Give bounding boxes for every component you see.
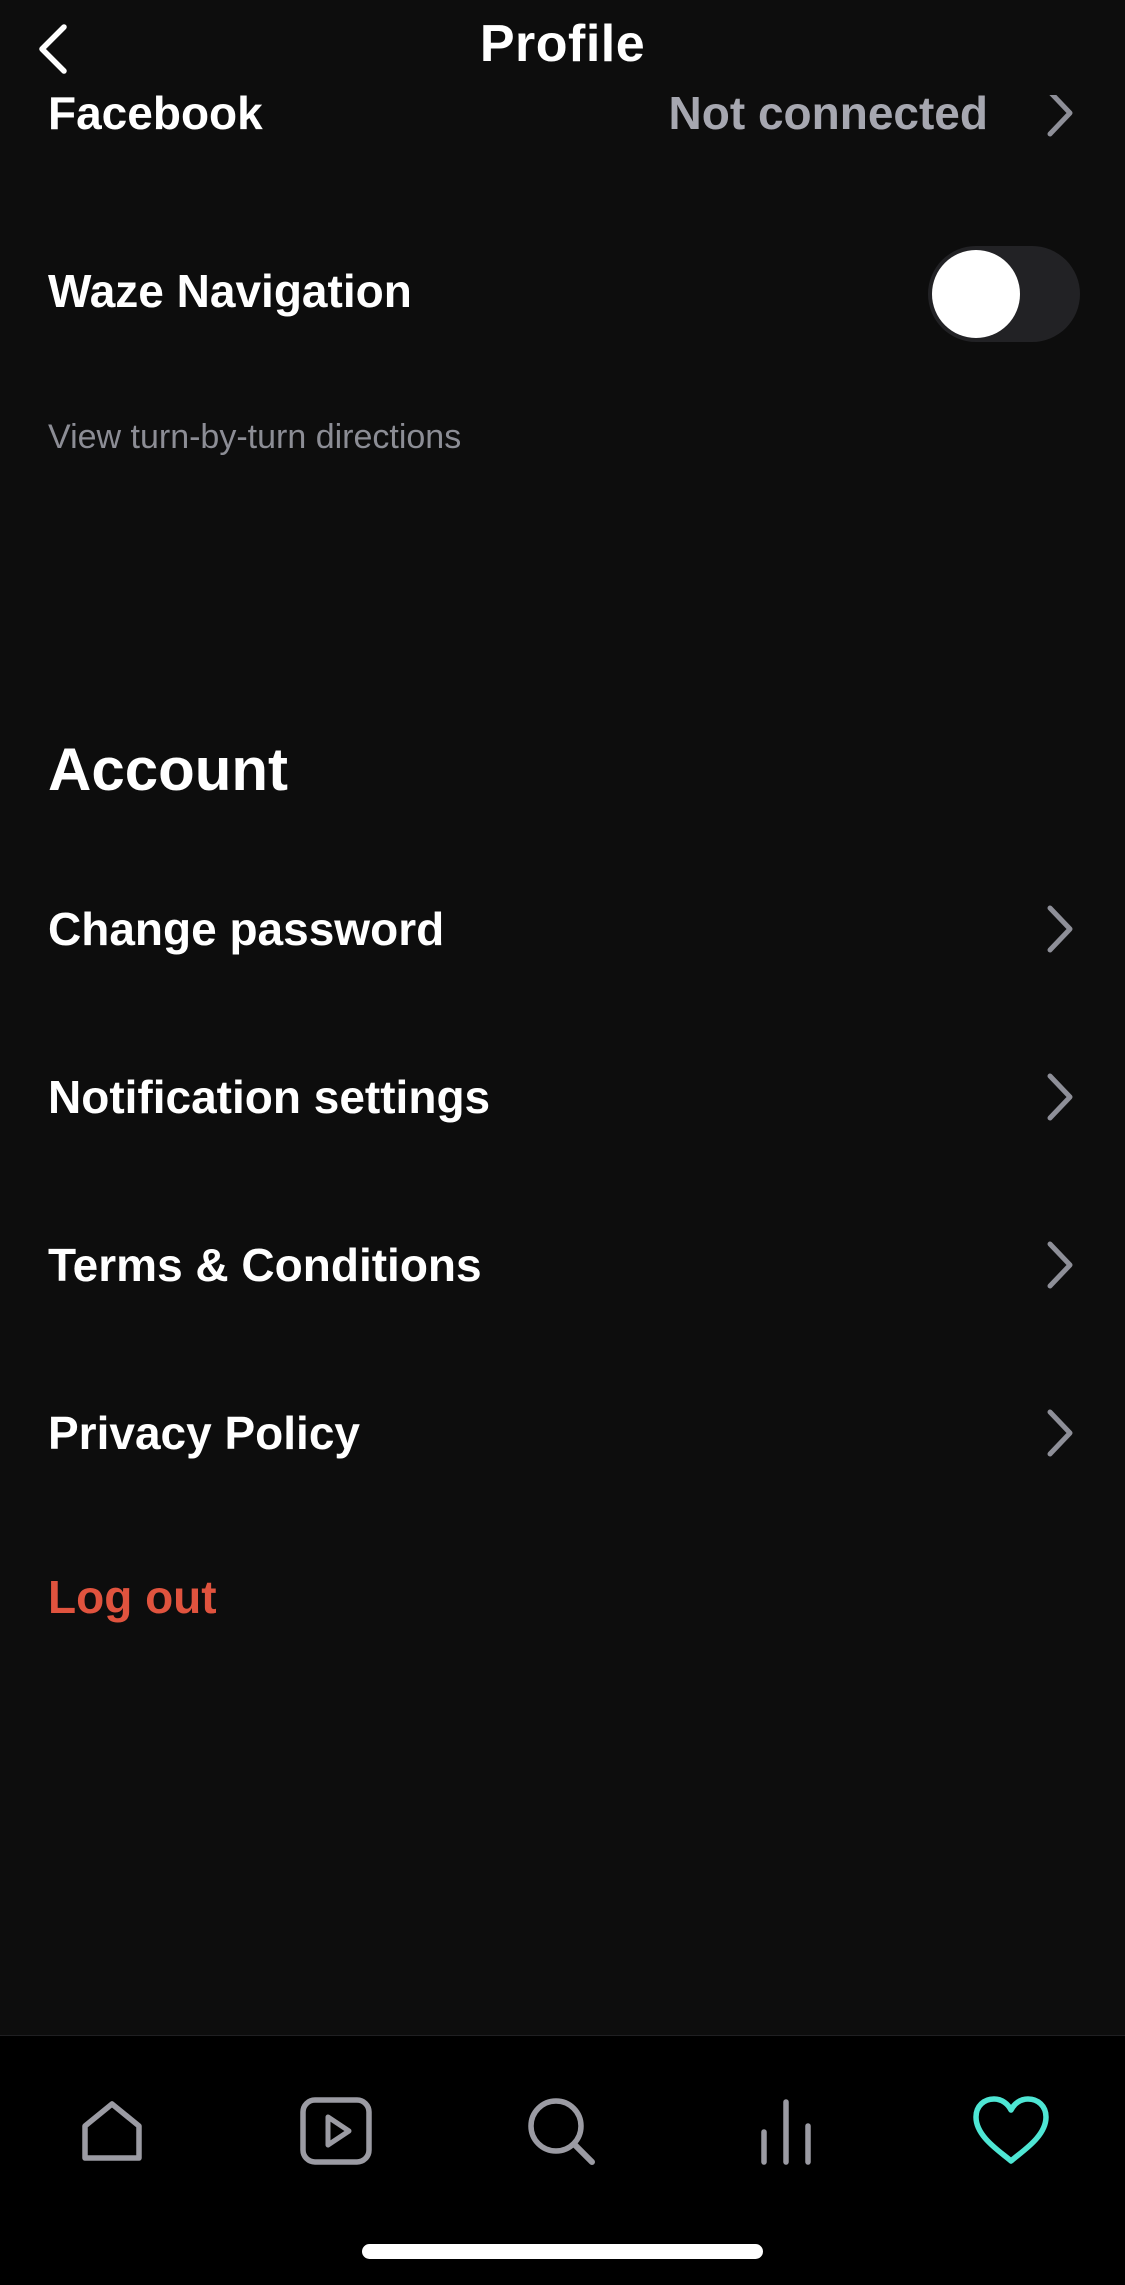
privacy-policy-label: Privacy Policy: [48, 1407, 360, 1459]
waze-navigation-toggle[interactable]: [928, 246, 1080, 342]
terms-conditions-label: Terms & Conditions: [48, 1239, 482, 1291]
play-icon: [300, 2097, 372, 2165]
change-password-row[interactable]: Change password: [48, 874, 1078, 984]
home-icon: [82, 2101, 142, 2161]
home-indicator[interactable]: [362, 2244, 763, 2259]
notification-settings-label: Notification settings: [48, 1071, 491, 1123]
account-section-title: Account: [48, 736, 288, 803]
change-password-label: Change password: [48, 903, 445, 955]
chevron-right-icon: [1042, 899, 1078, 959]
tab-home[interactable]: [57, 2076, 167, 2186]
stats-icon: [761, 2099, 811, 2165]
logout-button[interactable]: Log out: [48, 1570, 217, 1624]
tab-stats[interactable]: [731, 2076, 841, 2186]
privacy-policy-row[interactable]: Privacy Policy: [48, 1378, 1078, 1488]
waze-navigation-row: Waze Navigation: [48, 236, 908, 346]
page-title: Profile: [479, 15, 646, 73]
header-bar: Profile: [0, 0, 1125, 95]
tab-favorites[interactable]: [956, 2076, 1066, 2186]
chevron-right-icon: [1042, 1067, 1078, 1127]
chevron-right-icon: [1042, 1235, 1078, 1295]
search-icon: [528, 2098, 595, 2165]
heart-icon: [973, 2096, 1049, 2164]
waze-helper-text: View turn-by-turn directions: [48, 418, 462, 456]
toggle-knob: [932, 250, 1020, 338]
tab-video[interactable]: [281, 2076, 391, 2186]
notification-settings-row[interactable]: Notification settings: [48, 1042, 1078, 1152]
chevron-right-icon: [1042, 1403, 1078, 1463]
waze-navigation-label: Waze Navigation: [48, 265, 412, 317]
tab-search[interactable]: [506, 2076, 616, 2186]
terms-conditions-row[interactable]: Terms & Conditions: [48, 1210, 1078, 1320]
